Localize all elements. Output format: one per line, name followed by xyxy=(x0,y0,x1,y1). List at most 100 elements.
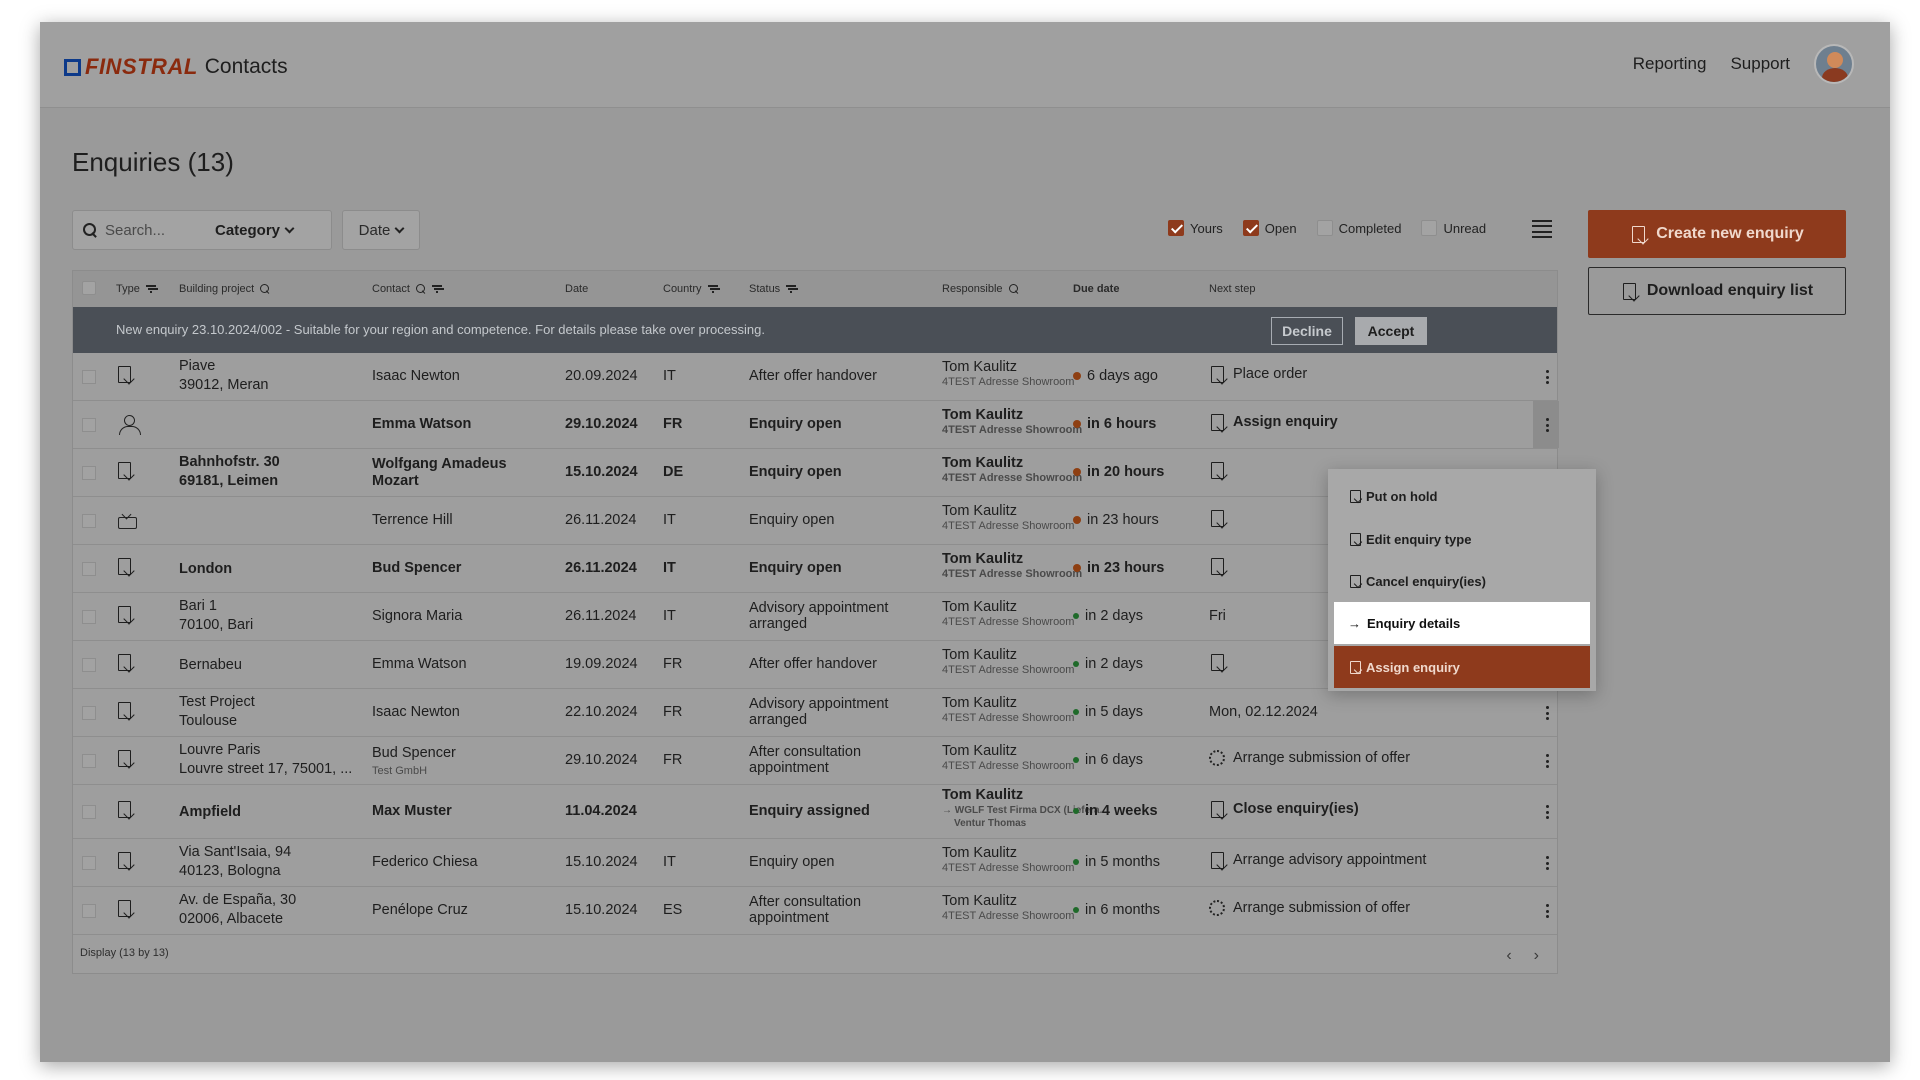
contact[interactable]: Max Muster xyxy=(372,803,452,820)
contact[interactable]: Bud Spencer xyxy=(372,560,461,577)
next-step[interactable]: Arrange submission of offer xyxy=(1209,900,1410,916)
checkbox-completed[interactable] xyxy=(1316,220,1333,236)
table-row[interactable]: Via Sant'Isaia, 94 40123, Bologna Federic… xyxy=(73,839,1557,887)
nav-reporting[interactable]: Reporting xyxy=(1633,54,1707,74)
table-row[interactable]: Ampfield Max Muster 11.04.2024 Enquiry a… xyxy=(73,785,1557,839)
row-menu-icon[interactable] xyxy=(1546,370,1550,384)
row-checkbox[interactable] xyxy=(82,658,96,672)
filter-completed[interactable]: Completed xyxy=(1316,220,1401,236)
col-type[interactable]: Type xyxy=(116,283,156,295)
contact[interactable]: Signora Maria xyxy=(372,608,462,625)
nav-support[interactable]: Support xyxy=(1730,54,1790,74)
date-dropdown[interactable]: Date xyxy=(342,210,420,250)
row-menu-icon[interactable] xyxy=(1546,418,1550,432)
avatar[interactable] xyxy=(1814,44,1854,84)
contact[interactable]: Penélope Cruz xyxy=(372,902,468,919)
table-row[interactable]: Av. de España, 30 02006, Albacete Penélop… xyxy=(73,887,1557,935)
next-step[interactable]: Arrange advisory appointment xyxy=(1209,851,1426,869)
checkbox-unread[interactable] xyxy=(1421,220,1438,236)
menu-enquiry-details[interactable]: → Enquiry details xyxy=(1334,602,1590,644)
search-icon[interactable] xyxy=(1008,284,1019,294)
row-menu-icon[interactable] xyxy=(1546,904,1550,918)
row-checkbox[interactable] xyxy=(82,754,96,768)
next-step[interactable]: Arrange submission of offer xyxy=(1209,750,1410,766)
checkbox-yours[interactable] xyxy=(1168,220,1184,236)
row-checkbox[interactable] xyxy=(82,514,96,528)
row-checkbox[interactable] xyxy=(82,562,96,576)
col-country[interactable]: Country xyxy=(663,283,718,295)
contact[interactable]: Terrence Hill xyxy=(372,512,453,529)
filter-icon[interactable] xyxy=(707,285,718,293)
checkbox-open[interactable] xyxy=(1242,220,1259,236)
menu-edit-enquiry-type[interactable]: Edit enquiry type xyxy=(1334,518,1590,560)
contact[interactable]: Federico Chiesa xyxy=(372,854,478,871)
next-step[interactable]: Assign enquiry xyxy=(1209,413,1338,431)
row-checkbox[interactable] xyxy=(82,466,96,480)
decline-button[interactable]: Decline xyxy=(1271,317,1343,345)
country: IT xyxy=(663,560,676,576)
search-input[interactable]: Search... xyxy=(105,222,215,239)
row-checkbox[interactable] xyxy=(82,904,96,918)
contact[interactable]: Emma Watson xyxy=(372,656,467,673)
col-building[interactable]: Building project xyxy=(179,283,270,295)
row-checkbox[interactable] xyxy=(82,856,96,870)
search-box[interactable]: Search... Category xyxy=(72,210,332,250)
next-step[interactable] xyxy=(1209,461,1225,479)
select-all-checkbox[interactable] xyxy=(82,281,96,295)
create-enquiry-label: Create new enquiry xyxy=(1656,225,1804,242)
row-menu-icon[interactable] xyxy=(1546,706,1550,720)
table-row[interactable]: Emma Watson 29.10.2024 FR Enquiry open T… xyxy=(73,401,1559,449)
row-menu-icon[interactable] xyxy=(1546,856,1550,870)
menu-assign-enquiry[interactable]: Assign enquiry xyxy=(1334,646,1590,688)
create-enquiry-button[interactable]: Create new enquiry xyxy=(1588,210,1846,258)
people-icon xyxy=(116,413,141,435)
col-contact[interactable]: Contact xyxy=(372,283,442,295)
accept-button[interactable]: Accept xyxy=(1355,317,1427,345)
column-settings-icon[interactable] xyxy=(1532,220,1552,238)
search-icon[interactable] xyxy=(260,284,270,294)
filter-icon[interactable] xyxy=(431,285,442,293)
col-responsible[interactable]: Responsible xyxy=(942,283,1019,295)
col-status[interactable]: Status xyxy=(749,283,797,295)
menu-cancel-enquiry[interactable]: Cancel enquiry(ies) xyxy=(1334,560,1590,602)
next-step[interactable] xyxy=(1209,653,1225,671)
download-list-button[interactable]: Download enquiry list xyxy=(1588,267,1846,315)
row-checkbox[interactable] xyxy=(82,610,96,624)
responsible: Tom Kaulitz 4TEST Adresse Showroom xyxy=(942,599,1075,629)
row-checkbox[interactable] xyxy=(82,418,96,432)
table-row[interactable]: Test Project Toulouse Isaac Newton 22.10.… xyxy=(73,689,1557,737)
contact[interactable]: Bud Spencer Test GmbH xyxy=(372,745,456,780)
filter-icon[interactable] xyxy=(786,285,797,293)
filter-unread[interactable]: Unread xyxy=(1421,220,1486,236)
table-row[interactable]: Piave 39012, Meran Isaac Newton 20.09.202… xyxy=(73,353,1557,401)
next-step[interactable] xyxy=(1209,509,1225,527)
contact[interactable]: Emma Watson xyxy=(372,416,471,433)
next-step[interactable]: Mon, 02.12.2024 xyxy=(1209,704,1318,720)
contact[interactable]: Wolfgang Amadeus Mozart xyxy=(372,456,507,490)
contact[interactable]: Isaac Newton xyxy=(372,704,460,721)
col-next[interactable]: Next step xyxy=(1209,283,1255,295)
filter-icon[interactable] xyxy=(145,285,156,293)
next-step[interactable]: Fri xyxy=(1209,608,1226,624)
logo[interactable]: FINSTRAL Contacts xyxy=(64,54,288,80)
contact[interactable]: Isaac Newton xyxy=(372,368,460,385)
filter-yours[interactable]: Yours xyxy=(1168,220,1223,236)
next-step[interactable]: Close enquiry(ies) xyxy=(1209,800,1359,818)
col-due[interactable]: Due date xyxy=(1073,283,1119,295)
filter-open[interactable]: Open xyxy=(1242,220,1297,236)
table-row[interactable]: Louvre Paris Louvre street 17, 75001, ...… xyxy=(73,737,1557,785)
row-checkbox[interactable] xyxy=(82,805,96,819)
due-date: in 4 weeks xyxy=(1073,803,1158,819)
row-checkbox[interactable] xyxy=(82,706,96,720)
row-checkbox[interactable] xyxy=(82,370,96,384)
row-menu-icon[interactable] xyxy=(1546,805,1550,819)
search-icon[interactable] xyxy=(415,284,426,294)
next-step[interactable] xyxy=(1209,557,1225,575)
category-dropdown[interactable]: Category xyxy=(215,222,295,239)
next-step[interactable]: Place order xyxy=(1209,365,1307,383)
col-date[interactable]: Date xyxy=(565,283,588,295)
row-menu-icon[interactable] xyxy=(1546,754,1550,768)
menu-put-on-hold[interactable]: Put on hold xyxy=(1334,475,1590,517)
next-page-icon[interactable]: › xyxy=(1534,947,1539,965)
prev-page-icon[interactable]: ‹ xyxy=(1506,947,1511,965)
